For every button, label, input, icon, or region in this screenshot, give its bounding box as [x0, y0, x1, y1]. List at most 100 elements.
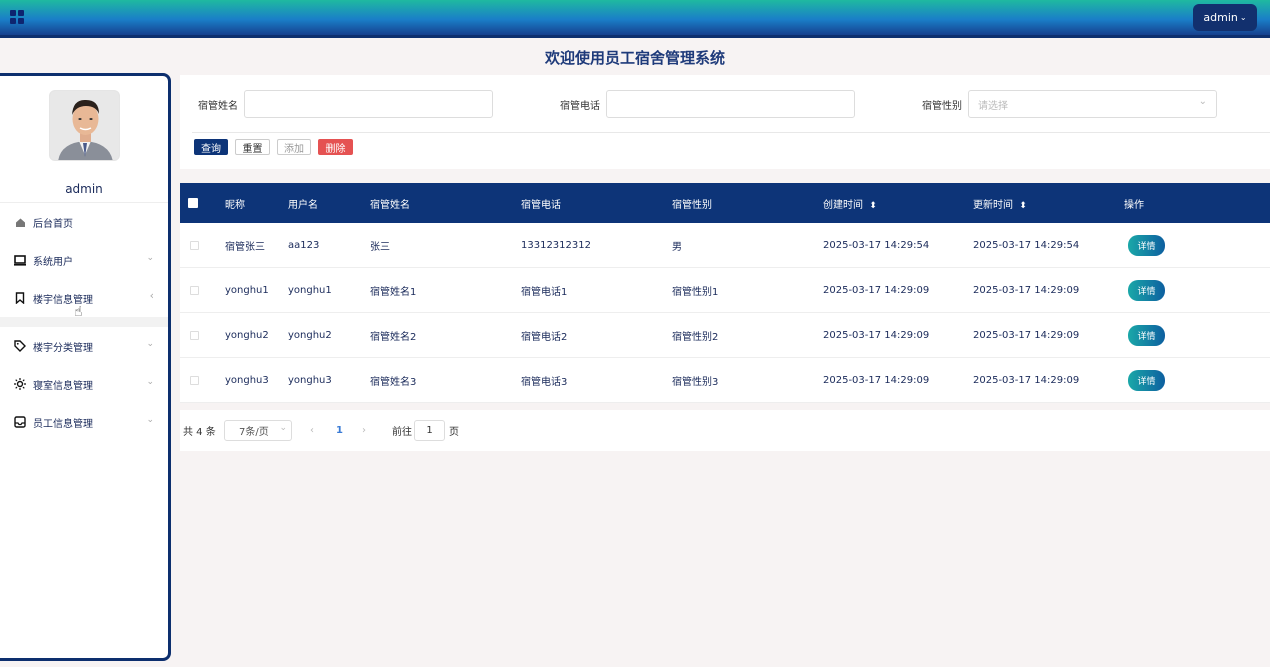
cell-created: 2025-03-17 14:29:09: [823, 284, 930, 296]
column-header: 昵称: [225, 199, 245, 211]
goto-page-input[interactable]: 1: [414, 420, 445, 441]
chevron-down-icon: ⌄: [1198, 96, 1207, 107]
sidebar-item-room-info[interactable]: 寝室信息管理 ⌄: [0, 365, 168, 403]
sidebar-item-system-users[interactable]: 系统用户 ⌄: [0, 241, 168, 279]
row-checkbox[interactable]: [190, 240, 199, 250]
divider: [192, 132, 1270, 133]
detail-button[interactable]: 详情: [1128, 324, 1165, 346]
chevron-down-icon: ⌄: [146, 339, 154, 349]
sidebar-item-home[interactable]: 后台首页: [0, 203, 168, 241]
cell-gender: 宿管性别1: [672, 286, 719, 298]
submenu-placeholder: [0, 317, 168, 327]
page-title: 欢迎使用员工宿舍管理系统: [544, 49, 725, 67]
page-size-select[interactable]: 7条/页 ⌄: [224, 420, 292, 441]
column-header-sortable[interactable]: 创建时间 ⬍: [823, 196, 877, 211]
cell-phone: 宿管电话3: [521, 376, 568, 388]
sidebar-item-building-category[interactable]: 楼宇分类管理 ⌄: [0, 327, 168, 365]
table-header: 昵称 用户名 宿管姓名 宿管电话 宿管性别 创建时间 ⬍ 更新时间 ⬍ 操作: [180, 183, 1270, 223]
table-row: yonghu1 yonghu1 宿管姓名1 宿管电话1 宿管性别1 2025-0…: [180, 268, 1270, 313]
query-button[interactable]: 查询: [194, 139, 228, 155]
cell-phone: 13312312312: [521, 239, 591, 251]
cell-gender: 男: [672, 241, 682, 253]
chevron-down-icon: ⌄: [146, 253, 154, 263]
sidebar-item-label: 楼宇信息管理: [33, 294, 93, 306]
cell-updated: 2025-03-17 14:29:09: [973, 374, 1080, 386]
sidebar-item-label: 系统用户: [33, 256, 73, 268]
monitor-icon: [14, 254, 26, 266]
chevron-down-icon: ⌄: [279, 423, 287, 433]
pagination: 共 4 条 7条/页 ⌄ ‹ 1 › 前往 1 页: [180, 410, 1270, 451]
bookmark-icon: [14, 292, 26, 304]
avatar-image: [50, 91, 119, 160]
chevron-down-icon: ⌄: [1239, 13, 1247, 22]
gender-select-placeholder: 请选择: [978, 100, 1008, 112]
reset-button[interactable]: 重置: [235, 139, 270, 155]
next-page-icon[interactable]: ›: [362, 410, 366, 451]
cell-created: 2025-03-17 14:29:09: [823, 329, 930, 341]
sun-icon: [14, 378, 26, 390]
cell-nickname: yonghu1: [225, 284, 269, 296]
cell-name: 宿管姓名3: [370, 376, 417, 388]
avatar: [49, 90, 120, 161]
add-button[interactable]: 添加: [277, 139, 311, 155]
column-header: 宿管性别: [672, 199, 712, 211]
tag-icon: [14, 340, 26, 352]
page-size-value: 7条/页: [239, 427, 269, 438]
table-row: 宿管张三 aa123 张三 13312312312 男 2025-03-17 1…: [180, 223, 1270, 268]
user-dropdown-label: admin: [1203, 11, 1238, 24]
detail-button[interactable]: 详情: [1128, 369, 1165, 391]
row-checkbox[interactable]: [190, 330, 199, 340]
gender-select[interactable]: 请选择 ⌄: [968, 90, 1217, 118]
cell-phone: 宿管电话1: [521, 286, 568, 298]
phone-input[interactable]: [606, 90, 855, 118]
chevron-down-icon: ⌄: [146, 415, 154, 425]
goto-label: 前往: [392, 427, 412, 438]
cell-username: yonghu1: [288, 284, 332, 296]
cell-name: 宿管姓名1: [370, 286, 417, 298]
inbox-icon: [14, 416, 26, 428]
cell-nickname: 宿管张三: [225, 241, 265, 253]
prev-page-icon[interactable]: ‹: [310, 410, 314, 451]
cell-username: yonghu2: [288, 329, 332, 341]
column-header-sortable[interactable]: 更新时间 ⬍: [973, 196, 1027, 211]
cell-name: 张三: [370, 241, 390, 253]
delete-button[interactable]: 删除: [318, 139, 353, 155]
cell-gender: 宿管性别2: [672, 331, 719, 343]
name-label: 宿管姓名: [198, 101, 238, 112]
detail-button[interactable]: 详情: [1128, 234, 1165, 256]
column-header: 操作: [1124, 199, 1144, 211]
sidebar-item-employee-info[interactable]: 员工信息管理 ⌄: [0, 403, 168, 441]
row-checkbox[interactable]: [190, 285, 199, 295]
name-input[interactable]: [244, 90, 493, 118]
sidebar-menu: 后台首页 系统用户 ⌄ 楼宇信息管理 ‹ ☝ 楼宇分类管理 ⌄ 寝室信息管理 ⌄…: [0, 203, 168, 441]
cell-created: 2025-03-17 14:29:09: [823, 374, 930, 386]
page-number-current[interactable]: 1: [336, 410, 343, 451]
page-suffix: 页: [449, 427, 459, 438]
sidebar-item-label: 楼宇分类管理: [33, 342, 93, 354]
sidebar-username: admin: [65, 182, 103, 196]
table-row: yonghu2 yonghu2 宿管姓名2 宿管电话2 宿管性别2 2025-0…: [180, 313, 1270, 358]
column-header: 更新时间: [973, 199, 1013, 211]
phone-label: 宿管电话: [560, 101, 600, 112]
cell-nickname: yonghu2: [225, 329, 269, 341]
chevron-down-icon: ⌄: [146, 377, 154, 387]
gender-label: 宿管性别: [922, 101, 962, 112]
column-header: 创建时间: [823, 199, 863, 211]
chevron-left-icon: ‹: [149, 289, 154, 302]
cell-updated: 2025-03-17 14:29:54: [973, 239, 1080, 251]
home-icon: [14, 216, 26, 228]
detail-button[interactable]: 详情: [1128, 279, 1165, 301]
grid-menu-icon[interactable]: [10, 10, 24, 24]
column-header: 宿管姓名: [370, 199, 410, 211]
cell-username: aa123: [288, 239, 320, 251]
sidebar-item-label: 寝室信息管理: [33, 380, 93, 392]
table-row: yonghu3 yonghu3 宿管姓名3 宿管电话3 宿管性别3 2025-0…: [180, 358, 1270, 403]
select-all-checkbox[interactable]: [188, 198, 198, 208]
sidebar-item-building-info[interactable]: 楼宇信息管理 ‹ ☝: [0, 279, 168, 320]
user-dropdown-button[interactable]: admin ⌄: [1193, 4, 1257, 31]
row-checkbox[interactable]: [190, 375, 199, 385]
goto-page-value: 1: [426, 425, 433, 436]
sidebar: admin 后台首页 系统用户 ⌄ 楼宇信息管理 ‹ ☝ 楼宇分类管理 ⌄ 寝室…: [0, 73, 171, 661]
cell-updated: 2025-03-17 14:29:09: [973, 284, 1080, 296]
cell-phone: 宿管电话2: [521, 331, 568, 343]
